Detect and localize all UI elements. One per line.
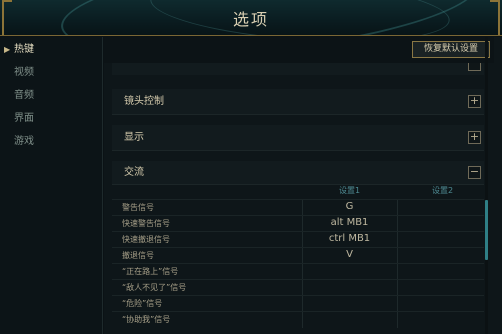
collapse-toggle-icon[interactable]: [468, 63, 481, 71]
title-bar: 选项: [0, 0, 502, 36]
keybind-slot1[interactable]: [302, 296, 398, 312]
section-partial-above: [112, 63, 484, 75]
keybind-slot2[interactable]: [399, 216, 484, 232]
keybind-row: 快速警告信号 alt MB1: [112, 215, 484, 232]
cut-off-section-title: [126, 63, 174, 65]
window-title: 选项: [232, 10, 269, 29]
keybind-slot2[interactable]: [399, 200, 484, 216]
expand-plus-icon[interactable]: +: [468, 131, 481, 144]
sidebar-item-audio[interactable]: 音频: [0, 86, 103, 106]
sidebar-item-hotkeys[interactable]: ▶ 热键: [0, 40, 103, 60]
sidebar: ▶ 热键 视频 音频 界面 游戏: [0, 37, 103, 334]
keybind-label: 撤退信号: [122, 251, 154, 260]
keybind-slot2[interactable]: [399, 264, 484, 280]
section-title: 镜头控制: [124, 96, 164, 107]
section-communication[interactable]: 交流 −: [112, 161, 484, 185]
keybind-row: 撤退信号 V: [112, 247, 484, 264]
sidebar-item-label: 热键: [14, 44, 34, 55]
keybind-label: 快速撤退信号: [122, 235, 170, 244]
keybind-slot2[interactable]: [399, 296, 484, 312]
keybind-slot2[interactable]: [399, 248, 484, 264]
keybind-row: “正在路上”信号: [112, 263, 484, 280]
keybind-slot1[interactable]: [302, 264, 398, 280]
keybind-label: 快速警告信号: [122, 219, 170, 228]
scrollbar-track[interactable]: [485, 37, 488, 334]
reset-defaults-button[interactable]: 恢复默认设置: [412, 41, 490, 58]
keybind-row: 快速撤退信号 ctrl MB1: [112, 231, 484, 248]
collapse-minus-icon[interactable]: −: [468, 166, 481, 179]
panel-top-strip: 恢复默认设置: [104, 37, 494, 63]
keybind-row: “危险”信号: [112, 295, 484, 312]
keybind-slot2[interactable]: [399, 232, 484, 248]
keybind-slot1[interactable]: [302, 280, 398, 296]
keybind-row: 警告信号 G: [112, 199, 484, 216]
settings-panel: 恢复默认设置 镜头控制 + 显示 + 交流 − 设置1 设置2 警告信号 G 快…: [104, 37, 502, 334]
active-arrow-icon: ▶: [4, 45, 11, 54]
sidebar-item-label: 游戏: [14, 136, 34, 147]
section-title: 交流: [124, 167, 144, 178]
column-header-slot1: 设置1: [339, 186, 361, 195]
keybind-value: ctrl MB1: [328, 233, 371, 244]
keybind-value: V: [346, 249, 353, 260]
keybind-column-headers: 设置1 设置2: [112, 185, 484, 198]
keybind-value: alt MB1: [330, 217, 369, 228]
keybind-row: “敌人不见了”信号: [112, 279, 484, 296]
sidebar-item-video[interactable]: 视频: [0, 63, 103, 83]
keybind-slot1[interactable]: [302, 312, 398, 328]
sidebar-item-label: 界面: [14, 113, 34, 124]
keybind-slot2[interactable]: [399, 312, 484, 328]
keybind-slot2[interactable]: [399, 280, 484, 296]
expand-plus-icon[interactable]: +: [468, 95, 481, 108]
column-header-slot2: 设置2: [432, 186, 454, 195]
sidebar-item-game[interactable]: 游戏: [0, 132, 103, 152]
section-display[interactable]: 显示 +: [112, 125, 484, 151]
keybind-value: G: [345, 201, 354, 212]
keybind-label: “敌人不见了”信号: [122, 283, 187, 292]
sidebar-item-label: 音频: [14, 90, 34, 101]
sidebar-item-interface[interactable]: 界面: [0, 109, 103, 129]
keybind-label: “协助我”信号: [122, 315, 171, 324]
keybind-label: “危险”信号: [122, 299, 163, 308]
keybind-row: “协助我”信号: [112, 311, 484, 328]
section-camera-control[interactable]: 镜头控制 +: [112, 89, 484, 115]
keybind-label: 警告信号: [122, 203, 154, 212]
options-window: 选项 ▶ 热键 视频 音频 界面 游戏 恢复默认设置 镜头控制 + 显示 + 交…: [0, 0, 502, 334]
keybind-label: “正在路上”信号: [122, 267, 179, 276]
sidebar-item-label: 视频: [14, 67, 34, 78]
scrollbar-thumb[interactable]: [485, 200, 488, 260]
section-title: 显示: [124, 132, 144, 143]
